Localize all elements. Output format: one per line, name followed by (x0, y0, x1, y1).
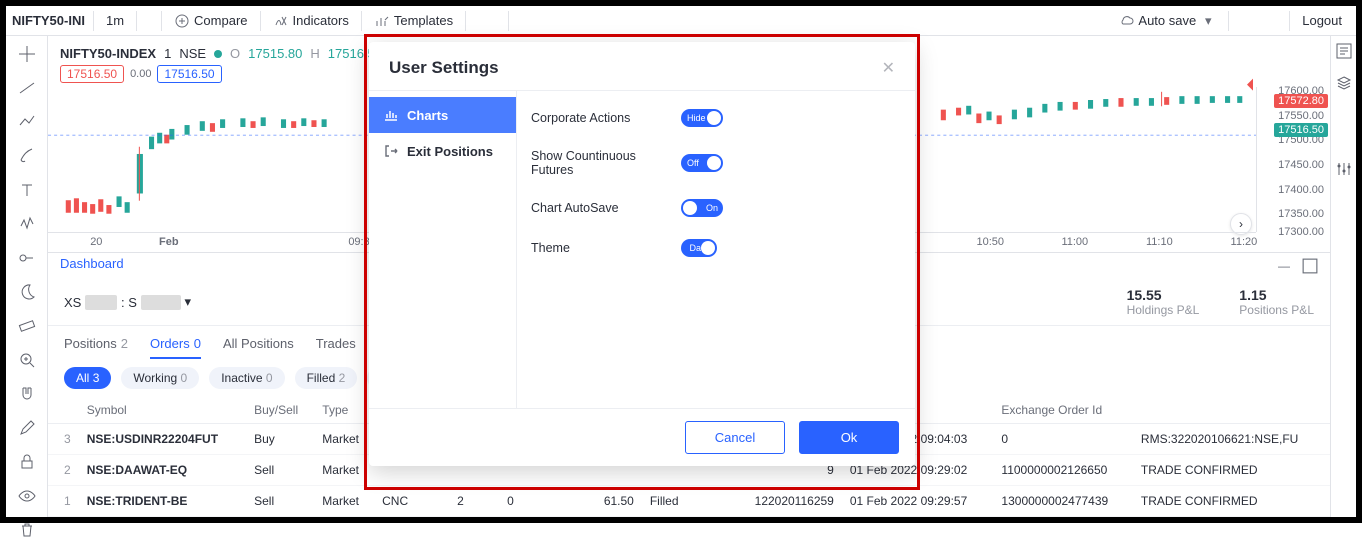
ruler-icon[interactable] (17, 316, 37, 336)
stats-icon[interactable] (657, 13, 673, 29)
ltp-pill-2: 17516.50 (157, 65, 221, 83)
templates-button[interactable]: Templates (366, 10, 461, 32)
exit-icon (383, 143, 399, 159)
holdings-pnl: 15.55 Holdings P&L (1127, 287, 1200, 317)
market-status-dot (214, 50, 222, 58)
tab-all-positions[interactable]: All Positions (223, 336, 294, 359)
chevron-down-icon: ▾ (1200, 13, 1216, 29)
chevron-down-icon: ▾ (185, 294, 192, 310)
crosshair-icon[interactable] (17, 44, 37, 64)
undo-icon[interactable] (470, 13, 486, 29)
sliders-icon[interactable] (1335, 160, 1353, 178)
price-axis[interactable]: 17600.00 17550.00 17500.00 17450.00 1740… (1256, 87, 1330, 232)
setting-theme-label: Theme (531, 241, 681, 255)
forecast-icon[interactable] (17, 248, 37, 268)
trash-icon[interactable] (17, 520, 37, 540)
tool-icon-1[interactable] (513, 13, 529, 29)
price-marker-icon (1253, 77, 1259, 93)
lock-icon[interactable] (17, 452, 37, 472)
ok-button[interactable]: Ok (799, 421, 899, 454)
fx-icon (273, 13, 289, 29)
chip-filled[interactable]: Filled 2 (295, 367, 358, 389)
checkbox-icon[interactable] (1092, 13, 1108, 29)
cloud-icon (1118, 13, 1134, 29)
modal-pane: Corporate Actions Hide Show Countinuous … (517, 91, 915, 408)
cart-icon[interactable] (549, 13, 565, 29)
popout-icon[interactable] (639, 13, 655, 29)
symbol-readout[interactable]: NIFTY50-INI (12, 13, 85, 28)
gear-icon[interactable] (1233, 13, 1249, 29)
chip-inactive[interactable]: Inactive 0 (209, 367, 284, 389)
plus-circle-icon (174, 13, 190, 29)
setting-chart-autosave-label: Chart AutoSave (531, 201, 681, 215)
trend-line-icon[interactable] (17, 78, 37, 98)
download-icon[interactable] (621, 13, 637, 29)
chip-working[interactable]: Working 0 (121, 367, 199, 389)
nav-charts[interactable]: Charts (369, 97, 516, 133)
layers-icon[interactable] (1335, 74, 1353, 92)
eye-icon[interactable] (17, 486, 37, 506)
account-selector[interactable]: XS : S ▾ (64, 294, 191, 310)
zoom-in-icon[interactable] (17, 350, 37, 370)
maximize-panel-icon[interactable] (1302, 258, 1318, 274)
close-icon[interactable]: ✕ (882, 58, 895, 78)
candle-style-icon[interactable] (141, 13, 157, 29)
screen-icon[interactable] (675, 13, 691, 29)
table-row[interactable]: 1NSE:TRIDENT-BESellMarketCNC2061.50Fille… (48, 486, 1330, 517)
tab-positions[interactable]: Positions2 (64, 336, 128, 359)
top-toolbar: NIFTY50-INI 1m Compare Indicators Templa… (6, 6, 1356, 36)
setting-continuous-futures-label: Show Countinuous Futures (531, 149, 681, 177)
cancel-button[interactable]: Cancel (685, 421, 785, 454)
setting-corporate-actions-label: Corporate Actions (531, 111, 681, 125)
modal-nav: Charts Exit Positions (369, 91, 517, 408)
chart-autosave-toggle[interactable]: On (681, 199, 723, 217)
brush-icon[interactable] (17, 146, 37, 166)
tab-trades[interactable]: Trades (316, 336, 356, 359)
users-icon[interactable] (585, 13, 601, 29)
indicators-button[interactable]: Indicators (265, 10, 357, 32)
autosave-button[interactable]: Auto save▾ (1110, 10, 1224, 32)
logout-button[interactable]: Logout (1294, 10, 1350, 31)
target-icon[interactable] (531, 13, 547, 29)
tab-orders[interactable]: Orders0 (150, 336, 201, 359)
positions-pnl: 1.15 Positions P&L (1239, 287, 1314, 317)
templates-icon (374, 13, 390, 29)
magnet-icon[interactable] (17, 384, 37, 404)
corporate-actions-toggle[interactable]: Hide (681, 109, 723, 127)
pattern-icon[interactable] (17, 214, 37, 234)
interval-button[interactable]: 1m (98, 10, 132, 31)
chip-all[interactable]: All 3 (64, 367, 111, 389)
user-settings-modal: User Settings ✕ Charts Exit Positions Co… (369, 42, 915, 466)
modal-title: User Settings (389, 58, 499, 78)
text-tool-icon[interactable] (17, 180, 37, 200)
pencil-icon[interactable] (17, 418, 37, 438)
nav-exit-positions[interactable]: Exit Positions (369, 133, 516, 169)
moon-icon[interactable] (17, 282, 37, 302)
user-icon[interactable] (567, 13, 583, 29)
fullscreen-icon[interactable] (1251, 13, 1267, 29)
drawing-toolbar (6, 36, 48, 517)
ltp-pill: 17516.50 (60, 65, 124, 83)
axis-tag-high: 17572.80 (1274, 94, 1328, 108)
redo-icon[interactable] (488, 13, 504, 29)
right-panel (1330, 36, 1356, 517)
theme-toggle[interactable]: Dark (681, 239, 717, 257)
refresh-icon[interactable] (603, 13, 619, 29)
minimize-icon[interactable]: — (1276, 258, 1292, 274)
watchlist-icon[interactable] (1335, 42, 1353, 60)
chart-icon (383, 107, 399, 123)
camera-icon[interactable] (1269, 13, 1285, 29)
dashboard-tab[interactable]: Dashboard (60, 256, 124, 275)
compare-button[interactable]: Compare (166, 10, 255, 32)
axis-tag-ltp: 17516.50 (1274, 123, 1328, 137)
continuous-futures-toggle[interactable]: Off (681, 154, 723, 172)
fib-icon[interactable] (17, 112, 37, 132)
